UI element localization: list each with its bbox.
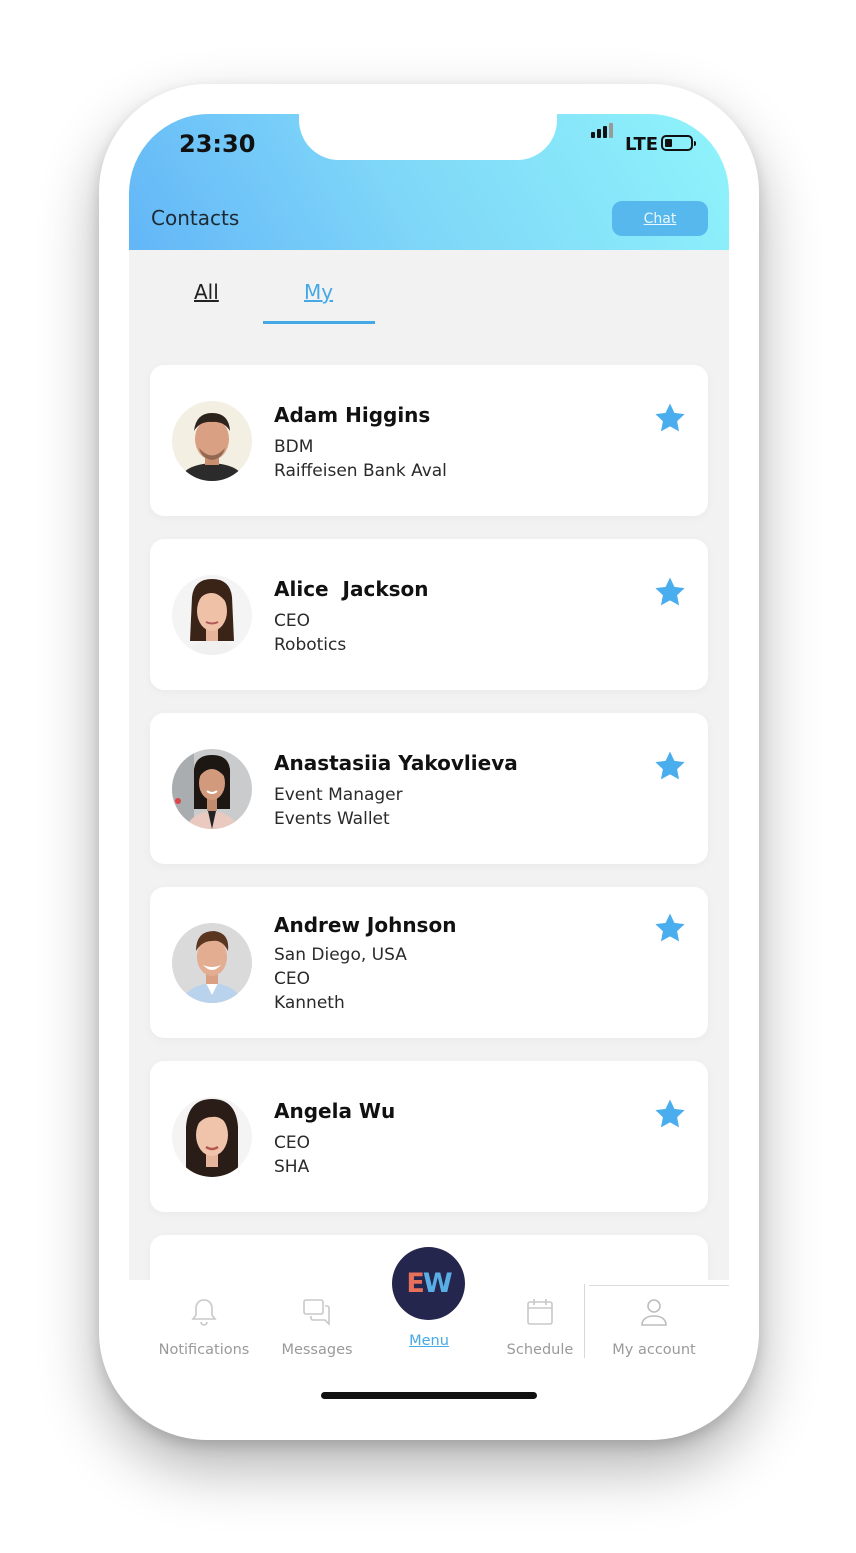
avatar bbox=[172, 749, 252, 829]
contact-company: Kanneth bbox=[274, 993, 345, 1013]
tab-all[interactable]: All bbox=[194, 280, 219, 304]
contact-card[interactable]: Angela Wu CEO SHA bbox=[150, 1061, 708, 1212]
logo-letter-w: W bbox=[422, 1268, 453, 1299]
home-indicator bbox=[321, 1392, 537, 1399]
menu-logo-button[interactable]: EW bbox=[392, 1247, 465, 1320]
contacts-list: Adam Higgins BDM Raiffeisen Bank Aval Al… bbox=[129, 114, 729, 1410]
star-icon[interactable] bbox=[653, 401, 687, 435]
contact-card[interactable]: Andrew Johnson San Diego, USA CEO Kannet… bbox=[150, 887, 708, 1038]
contact-company: Robotics bbox=[274, 635, 347, 655]
battery-icon bbox=[661, 135, 696, 151]
contact-name: Alice Jackson bbox=[274, 577, 429, 601]
contact-company: SHA bbox=[274, 1157, 310, 1177]
avatar bbox=[172, 923, 252, 1003]
nav-divider-line bbox=[589, 1285, 729, 1286]
contact-card[interactable]: Anastasiia Yakovlieva Event Manager Even… bbox=[150, 713, 708, 864]
calendar-icon bbox=[527, 1299, 553, 1325]
nav-label: Messages bbox=[281, 1342, 353, 1358]
contact-location: San Diego, USA bbox=[274, 945, 407, 965]
contact-position: Event Manager bbox=[274, 785, 403, 805]
tab-my[interactable]: My bbox=[304, 280, 333, 304]
star-icon[interactable] bbox=[653, 575, 687, 609]
contact-name: Adam Higgins bbox=[274, 403, 431, 427]
page-title: Contacts bbox=[151, 206, 240, 230]
nav-divider bbox=[584, 1284, 585, 1358]
contact-name: Andrew Johnson bbox=[274, 913, 457, 937]
app-screen: Adam Higgins BDM Raiffeisen Bank Aval Al… bbox=[129, 114, 729, 1410]
bell-icon bbox=[191, 1299, 217, 1326]
contact-company: Events Wallet bbox=[274, 809, 390, 829]
avatar bbox=[172, 575, 252, 655]
contact-details: BDM Raiffeisen Bank Aval bbox=[274, 435, 447, 483]
contact-details: Event Manager Events Wallet bbox=[274, 783, 403, 831]
contact-position: BDM bbox=[274, 437, 314, 457]
logo-letter-e: E bbox=[406, 1268, 425, 1299]
star-icon[interactable] bbox=[653, 911, 687, 945]
contact-details: San Diego, USA CEO Kanneth bbox=[274, 943, 407, 1015]
notch bbox=[299, 114, 557, 160]
active-tab-indicator bbox=[263, 321, 375, 324]
nav-label: Notifications bbox=[158, 1342, 250, 1358]
contact-details: CEO SHA bbox=[274, 1131, 310, 1179]
contact-card[interactable]: Adam Higgins BDM Raiffeisen Bank Aval bbox=[150, 365, 708, 516]
status-time: 23:30 bbox=[179, 130, 256, 158]
contact-name: Anastasiia Yakovlieva bbox=[274, 751, 518, 775]
chat-bubbles-icon bbox=[303, 1299, 330, 1326]
nav-menu-label[interactable]: Menu bbox=[369, 1333, 489, 1349]
star-icon[interactable] bbox=[653, 1097, 687, 1131]
chat-button[interactable]: Chat bbox=[612, 201, 708, 236]
star-icon[interactable] bbox=[653, 749, 687, 783]
contact-position: CEO bbox=[274, 969, 310, 989]
nav-label: My account bbox=[612, 1342, 696, 1358]
contact-company: Raiffeisen Bank Aval bbox=[274, 461, 447, 481]
app-header: 23:30 LTE Contacts Chat bbox=[129, 114, 729, 250]
network-label: LTE bbox=[625, 134, 659, 155]
avatar bbox=[172, 1097, 252, 1177]
contact-details: CEO Robotics bbox=[274, 609, 346, 657]
contact-position: CEO bbox=[274, 611, 310, 631]
user-icon bbox=[641, 1299, 667, 1326]
contact-card[interactable]: Alice Jackson CEO Robotics bbox=[150, 539, 708, 690]
avatar bbox=[172, 401, 252, 481]
contact-name: Angela Wu bbox=[274, 1099, 396, 1123]
nav-label: Schedule bbox=[506, 1342, 574, 1358]
contact-position: CEO bbox=[274, 1133, 310, 1153]
